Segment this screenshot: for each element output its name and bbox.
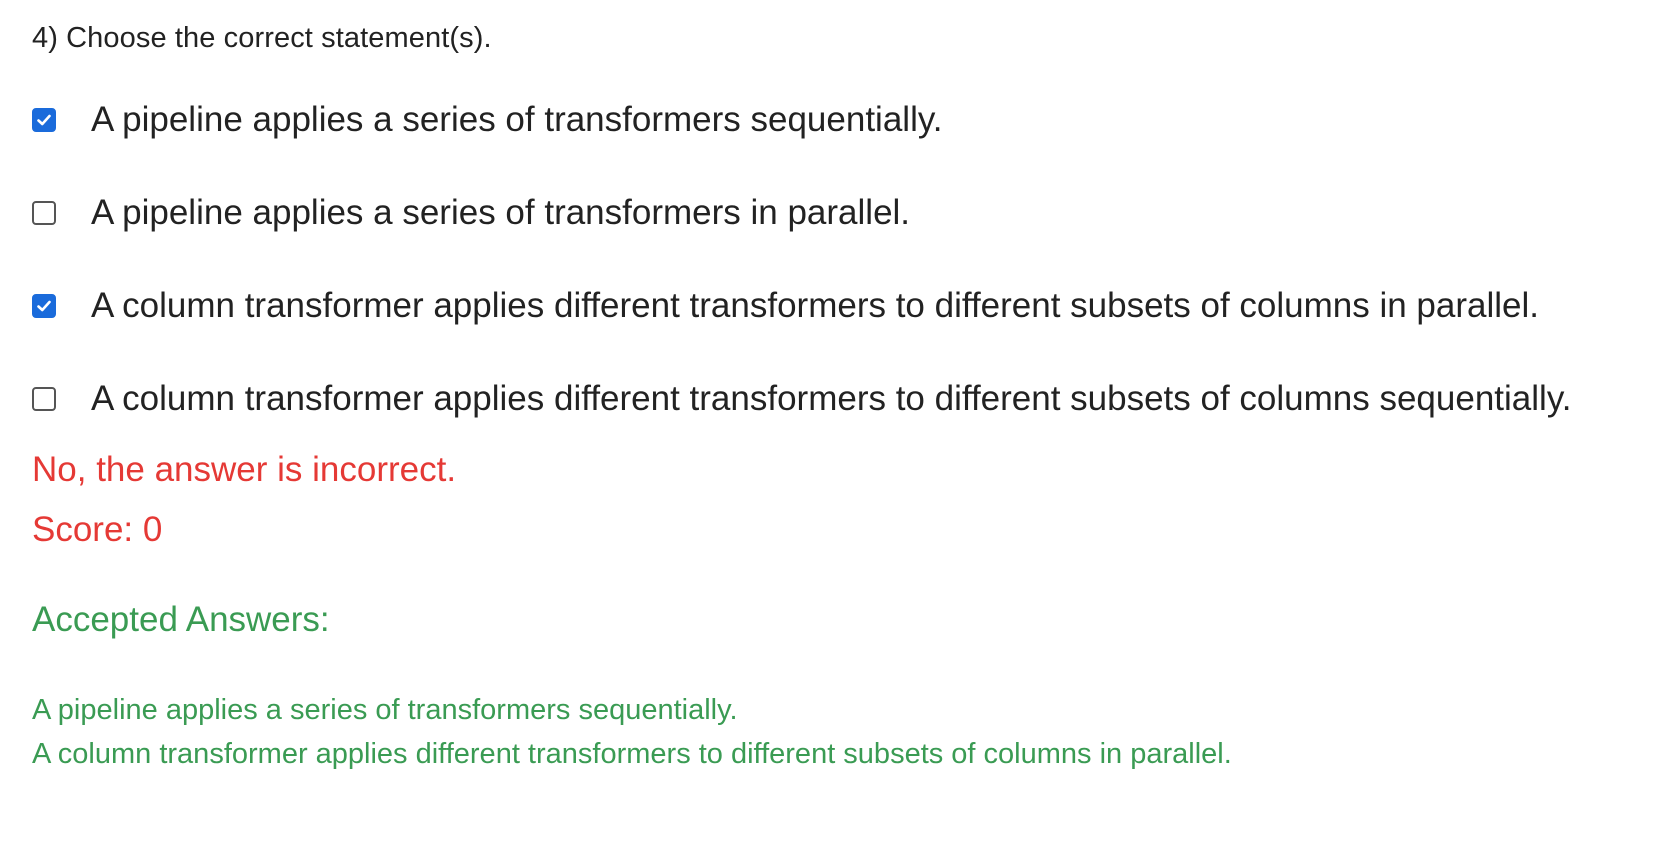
score-text: Score: 0 [32,510,163,549]
accepted-answer-1: A pipeline applies a series of transform… [32,694,738,726]
option-2-label: A pipeline applies a series of transform… [91,193,911,232]
accepted-answers-list: A pipeline applies a series of transform… [32,688,1232,776]
option-3-label: A column transformer applies different t… [91,286,1540,325]
accepted-answer-2: A column transformer applies different t… [32,738,1232,770]
option-1-label: A pipeline applies a series of transform… [91,100,943,139]
option-4-label: A column transformer applies different t… [91,379,1572,418]
option-2-checkbox[interactable] [32,201,56,225]
option-2[interactable]: A pipeline applies a series of transform… [32,193,1642,233]
options-list: A pipeline applies a series of transform… [32,100,1642,472]
option-4-checkbox[interactable] [32,387,56,411]
option-1-checkbox[interactable] [32,108,56,132]
question-text: 4) Choose the correct statement(s). [32,22,492,54]
checkmark-icon [37,300,51,312]
option-4[interactable]: A column transformer applies different t… [32,379,1642,419]
option-1[interactable]: A pipeline applies a series of transform… [32,100,1642,140]
checkmark-icon [37,114,51,126]
option-3-checkbox[interactable] [32,294,56,318]
option-3[interactable]: A column transformer applies different t… [32,286,1642,326]
accepted-answers-title: Accepted Answers: [32,600,330,639]
feedback-message: No, the answer is incorrect. [32,450,457,489]
